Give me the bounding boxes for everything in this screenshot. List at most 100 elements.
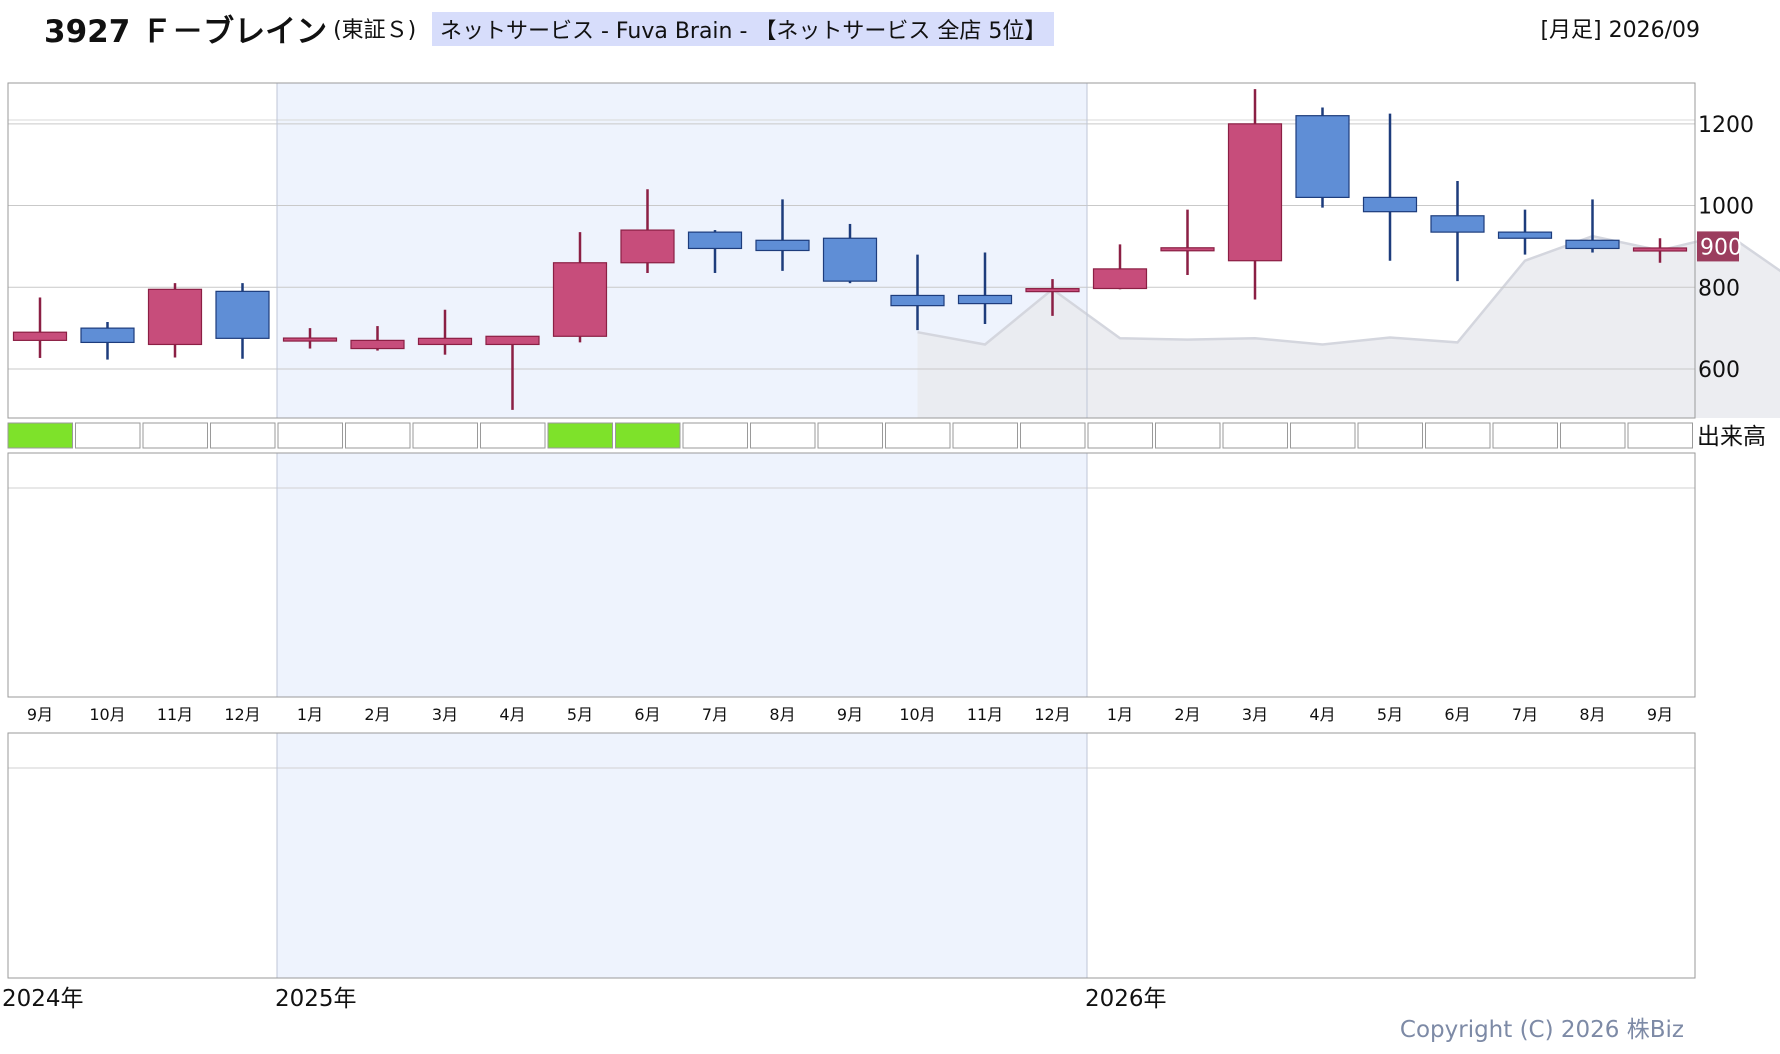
copyright-text: Copyright (C) 2026 株Biz — [1399, 1017, 1684, 1043]
candle-body — [957, 294, 1013, 305]
candle-3 — [215, 283, 270, 359]
year-label: 2024年 — [2, 986, 84, 1012]
candle-body — [687, 231, 743, 250]
month-label: 2月 — [364, 705, 390, 724]
volume-cell-2 — [142, 422, 208, 449]
candle-body — [822, 237, 878, 282]
candle-body — [147, 288, 203, 346]
volume-cell-14 — [952, 422, 1018, 449]
month-label: 5月 — [567, 705, 593, 724]
highlight-band — [277, 733, 1087, 978]
volume-cell-15 — [1020, 422, 1086, 449]
month-label: 6月 — [1444, 705, 1470, 724]
candle-body — [417, 337, 473, 346]
candle-body — [1430, 215, 1485, 233]
y-tick-label: 1200 — [1698, 113, 1754, 138]
candle-body — [1565, 239, 1620, 250]
month-label: 2月 — [1174, 705, 1200, 724]
month-label: 7月 — [702, 705, 728, 724]
candle-body — [1632, 247, 1688, 252]
candle-body — [80, 327, 135, 344]
month-label: 4月 — [1309, 705, 1335, 724]
volume-cell-18 — [1222, 422, 1288, 449]
candle-2 — [147, 283, 203, 358]
month-label: 7月 — [1512, 705, 1538, 724]
month-label: 8月 — [1579, 705, 1605, 724]
volume-cell-16 — [1087, 422, 1153, 449]
candle-23 — [1565, 199, 1620, 253]
month-label: 3月 — [432, 705, 458, 724]
last-price-label: 900 — [1700, 235, 1742, 260]
volume-cell-1 — [75, 422, 141, 449]
volume-cell-8 — [547, 422, 613, 449]
volume-cell-23 — [1560, 422, 1626, 449]
month-label: 6月 — [634, 705, 660, 724]
highlight-band — [277, 453, 1087, 697]
y-tick-label: 600 — [1698, 358, 1740, 383]
month-label: 3月 — [1242, 705, 1268, 724]
volume-cell-11 — [750, 422, 816, 449]
month-label: 8月 — [769, 705, 795, 724]
month-label: 10月 — [899, 705, 935, 724]
month-label: 5月 — [1377, 705, 1403, 724]
candle-20 — [1362, 113, 1418, 261]
candle-19 — [1295, 107, 1350, 208]
candle-body — [620, 229, 675, 264]
candle-18 — [1227, 89, 1283, 300]
candle-body — [12, 331, 68, 341]
candle-body — [350, 339, 405, 350]
volume-cell-3 — [210, 422, 276, 449]
candlestick-chart: 600 800 1000 1200 900 出来高 9月 10月 11月 12月 1月 2月 3月 4月 5… — [2, 82, 1780, 1012]
candle-body — [1227, 123, 1283, 262]
month-label: 9月 — [27, 705, 53, 724]
candle-body — [1092, 268, 1148, 290]
y-tick-label: 1000 — [1698, 195, 1754, 220]
y-tick-label: 800 — [1698, 276, 1740, 301]
volume-cell-7 — [480, 422, 546, 449]
month-label: 10月 — [89, 705, 125, 724]
candle-21 — [1430, 181, 1485, 282]
month-label: 12月 — [1034, 705, 1070, 724]
candle-body — [1025, 288, 1080, 293]
candle-body — [552, 262, 608, 337]
volume-cell-17 — [1155, 422, 1221, 449]
candle-body — [755, 239, 810, 252]
volume-cell-13 — [885, 422, 951, 449]
candle-0 — [12, 297, 68, 358]
volume-cell-12 — [817, 422, 883, 449]
volume-cell-5 — [345, 422, 411, 449]
candle-body — [1295, 115, 1350, 198]
volume-cell-21 — [1425, 422, 1491, 449]
volume-cell-19 — [1290, 422, 1356, 449]
candle-body — [1160, 247, 1215, 252]
candle-16 — [1092, 244, 1148, 290]
volume-cell-4 — [277, 422, 343, 449]
candle-body — [890, 294, 945, 307]
candle-1 — [80, 321, 135, 360]
volume-cell-22 — [1492, 422, 1558, 449]
year-label: 2025年 — [275, 986, 357, 1012]
month-label: 9月 — [837, 705, 863, 724]
volume-cell-20 — [1357, 422, 1423, 449]
volume-label: 出来高 — [1697, 424, 1766, 450]
candle-body — [1497, 231, 1553, 239]
month-label: 9月 — [1647, 705, 1673, 724]
candle-17 — [1160, 209, 1215, 276]
month-label: 11月 — [967, 705, 1003, 724]
volume-cell-9 — [615, 422, 681, 449]
volume-cell-10 — [682, 422, 748, 449]
candle-body — [282, 337, 338, 342]
volume-cell-24 — [1627, 422, 1693, 449]
candle-body — [215, 290, 270, 339]
candle-body — [1362, 196, 1418, 213]
month-label: 11月 — [157, 705, 193, 724]
year-label: 2026年 — [1085, 986, 1167, 1012]
month-label: 4月 — [499, 705, 525, 724]
month-label: 1月 — [1107, 705, 1133, 724]
candle-22 — [1497, 209, 1553, 255]
month-label: 1月 — [297, 705, 323, 724]
volume-cell-0 — [7, 422, 73, 449]
volume-cell-6 — [412, 422, 478, 449]
month-label: 12月 — [224, 705, 260, 724]
candle-body — [485, 335, 540, 346]
